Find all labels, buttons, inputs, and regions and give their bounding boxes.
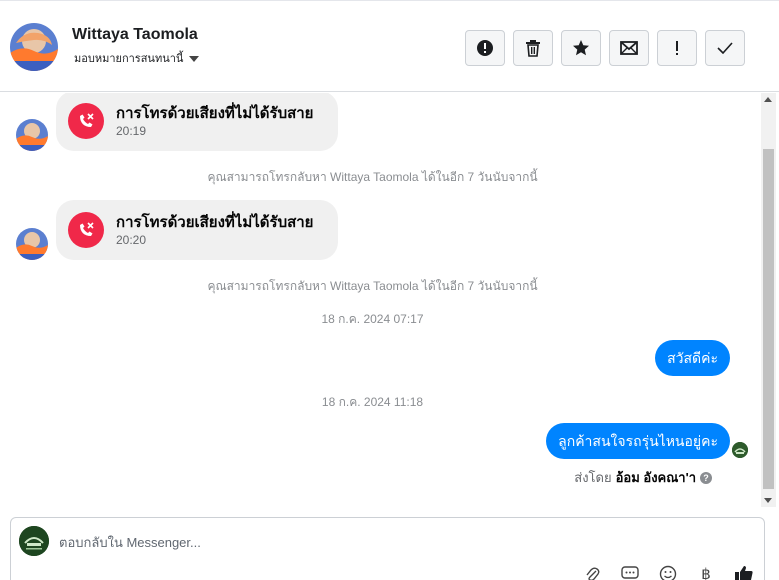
baht-icon: ฿: [701, 566, 711, 580]
check-icon: [717, 42, 733, 54]
exclamation-icon: [676, 41, 678, 55]
missed-call-title: การโทรด้วยเสียงที่ไม่ได้รับสาย: [116, 105, 314, 122]
mark-unread-button[interactable]: [609, 30, 649, 66]
attach-file-button[interactable]: [582, 564, 602, 580]
timestamp-divider: 18 ก.ค. 2024 11:18: [321, 395, 424, 409]
assign-conversation-dropdown[interactable]: มอบหมายการสนทนานี้: [74, 49, 200, 67]
missed-call-bubble[interactable]: การโทรด้วยเสียงที่ไม่ได้รับสาย 20:20: [56, 200, 338, 260]
callback-notice: คุณสามารถโทรกลับหา Wittaya Taomola ได้ใน…: [207, 170, 538, 184]
saved-replies-button[interactable]: [620, 564, 640, 580]
star-button[interactable]: [561, 30, 601, 66]
reply-composer: ฿: [10, 517, 765, 580]
mark-spam-button[interactable]: [465, 30, 505, 66]
contact-avatar[interactable]: [10, 23, 58, 71]
assign-label: มอบหมายการสนทนานี้: [74, 53, 184, 65]
thread-scrollbar[interactable]: [761, 93, 776, 507]
callback-notice: คุณสามารถโทรกลับหา Wittaya Taomola ได้ใน…: [207, 279, 538, 293]
thumbs-up-icon: [735, 566, 753, 580]
sent-by-prefix: ส่งโดย: [574, 470, 612, 485]
chat-bubble-icon: [621, 566, 639, 579]
delete-button[interactable]: [513, 30, 553, 66]
sender-name[interactable]: อ้อม อังคณา'า: [616, 467, 696, 488]
conversation-toolbar: [465, 30, 745, 66]
message-thread: การโทรด้วยเสียงที่ไม่ได้รับสาย 20:19 คุณ…: [0, 93, 760, 507]
scroll-up-arrow-icon[interactable]: [764, 97, 772, 102]
alert-circle-icon: [477, 40, 493, 56]
missed-call-title: การโทรด้วยเสียงที่ไม่ได้รับสาย: [116, 214, 314, 231]
trash-icon: [526, 40, 540, 57]
missed-call-time: 20:19: [116, 124, 147, 138]
star-icon: [573, 40, 589, 56]
chevron-down-icon: [189, 55, 200, 62]
outgoing-message[interactable]: สวัสดีค่ะ: [655, 340, 730, 376]
missed-call-icon: [68, 212, 104, 248]
sent-by-line: ส่งโดย อ้อม อังคณา'า ?: [574, 467, 712, 488]
outgoing-message[interactable]: ลูกค้าสนใจรถรุ่นไหนอยู่คะ: [546, 423, 730, 459]
composer-toolbar: ฿: [582, 564, 754, 580]
sender-avatar: [732, 442, 748, 458]
scroll-down-arrow-icon[interactable]: [764, 498, 772, 503]
scroll-thumb[interactable]: [763, 149, 774, 489]
help-icon[interactable]: ?: [700, 471, 712, 484]
missed-call-bubble[interactable]: การโทรด้วยเสียงที่ไม่ได้รับสาย 20:19: [56, 93, 338, 151]
payment-button[interactable]: ฿: [696, 564, 716, 580]
follow-up-button[interactable]: [657, 30, 697, 66]
timestamp-divider: 18 ก.ค. 2024 07:17: [321, 312, 424, 326]
missed-call-icon: [68, 103, 104, 139]
contact-name[interactable]: Wittaya Taomola: [72, 26, 198, 44]
page-avatar: [19, 526, 49, 556]
conversation-header: Wittaya Taomola มอบหมายการสนทนานี้: [0, 0, 779, 92]
contact-avatar-small: [16, 119, 48, 151]
contact-avatar-small: [16, 228, 48, 260]
missed-call-time: 20:20: [116, 233, 147, 247]
paperclip-icon: [586, 567, 600, 580]
like-button[interactable]: [734, 564, 754, 580]
envelope-icon: [620, 41, 638, 55]
reply-input[interactable]: [59, 532, 659, 552]
mark-done-button[interactable]: [705, 30, 745, 66]
emoji-button[interactable]: [658, 564, 678, 580]
smiley-icon: [659, 565, 677, 580]
